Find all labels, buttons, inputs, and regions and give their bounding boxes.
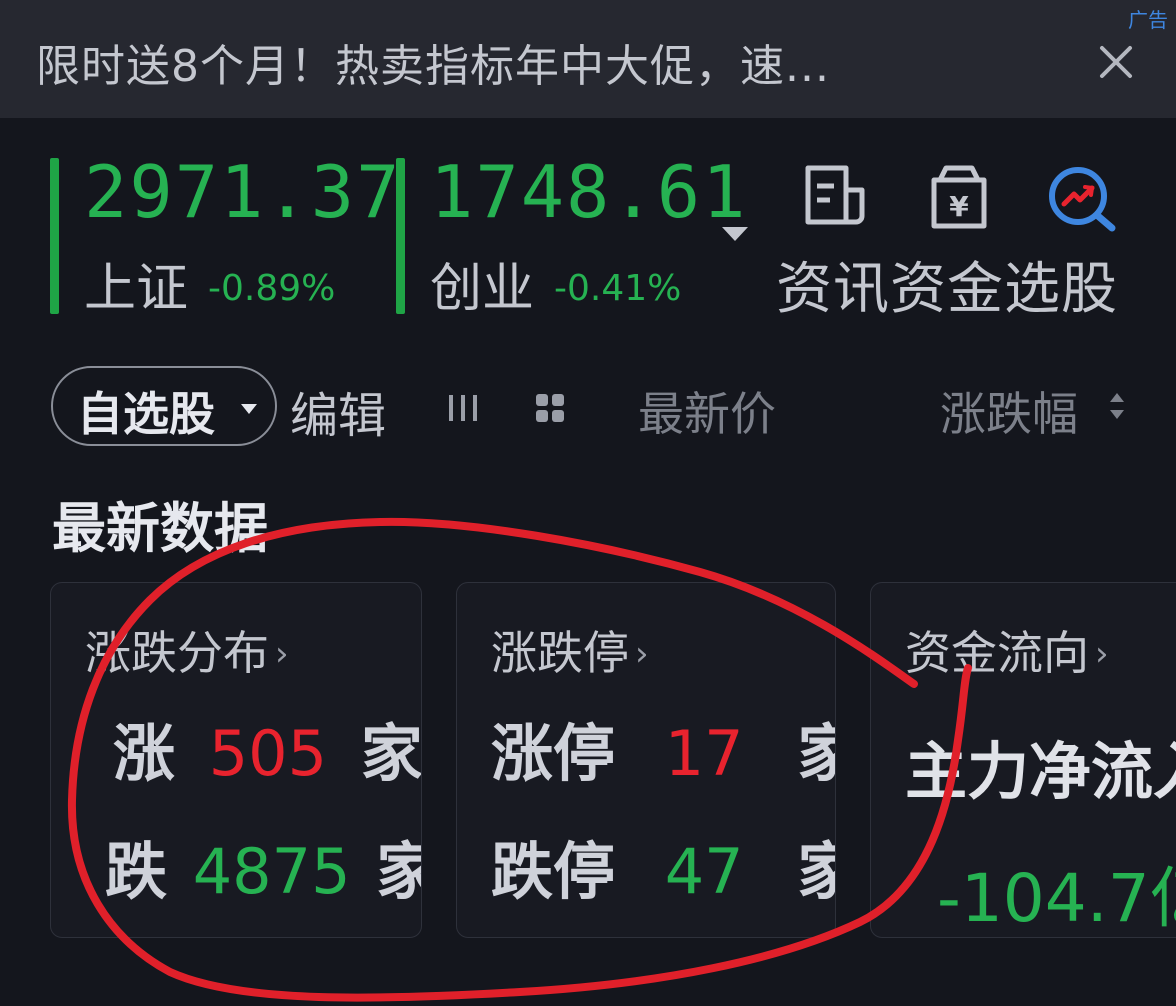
card-title: 涨跌停 › [491,617,649,683]
column-header-price[interactable]: 最新价 [638,378,776,444]
stock-picker-icon[interactable] [1046,166,1118,232]
stat-label: 涨停 [491,717,616,790]
index-value: 2971.37 [84,150,402,234]
stat-label: 跌 [105,835,168,908]
card-capital-flow[interactable]: 资金流向› 主力净流入 -104.7亿 [870,582,1176,938]
stat-row-up: 涨停 17 家 [491,703,835,793]
index-shanghai[interactable]: 2971.37 上证 -0.89% [50,150,399,319]
card-title: 涨跌分布 › [85,617,289,683]
close-icon[interactable] [1094,40,1138,84]
card-limit[interactable]: 涨跌停› 涨停 17 家 跌停 47 家 [456,582,836,938]
index-bar [50,158,59,314]
index-chinext[interactable]: 1748.61 创业 -0.41% [396,150,745,319]
stat-row-up: 涨 505 家 [113,703,421,793]
watchlist-group-label: 自选股 [77,387,215,441]
funds-label[interactable]: 资金 [890,257,1004,322]
stat-value: 505 [208,717,328,790]
card-distribution[interactable]: 涨跌分布› 涨 505 家 跌 4875 家 [50,582,422,938]
tool-labels: 资讯资金选股 [776,244,1118,325]
chevron-down-icon[interactable] [720,224,750,244]
index-change: -0.41% [554,268,682,309]
stat-unit: 家 [376,835,421,908]
index-bar [396,158,405,314]
svg-text:¥: ¥ [949,190,969,223]
ad-tag: 广告 [1128,8,1168,32]
card-title: 资金流向 › [905,617,1109,683]
chevron-right-icon: › [275,634,289,674]
news-label[interactable]: 资讯 [776,257,890,322]
ad-banner[interactable]: 限时送8个月！热卖指标年中大促，速... 广告 [0,0,1176,118]
chevron-right-icon: › [635,634,649,674]
card-title-text: 涨跌分布 [85,626,269,680]
stat-label: 跌停 [491,835,616,908]
index-change: -0.89% [208,268,336,309]
caret-down-icon [241,404,257,414]
stat-value: 17 [664,717,744,790]
grid-view-icon[interactable] [534,392,566,424]
edit-button[interactable]: 编辑 [290,376,386,446]
chevron-right-icon: › [1095,634,1109,674]
card-title-text: 涨跌停 [491,626,629,680]
section-title: 最新数据 [52,497,268,560]
picker-label[interactable]: 选股 [1004,257,1118,322]
card-title-text: 资金流向 [905,626,1089,680]
index-name: 创业 [430,259,535,319]
stat-label: 涨 [113,717,176,790]
flow-label: 主力净流入 [905,735,1176,808]
fund-icon[interactable]: ¥ [928,164,990,230]
column-header-change[interactable]: 涨跌幅 [940,378,1078,444]
stat-value: 47 [664,835,744,908]
list-view-icon[interactable] [446,392,480,424]
ad-text[interactable]: 限时送8个月！热卖指标年中大促，速... [36,30,830,94]
news-icon[interactable] [802,164,868,226]
sort-icon[interactable] [1108,390,1126,422]
index-name: 上证 [84,259,189,319]
stat-row-down: 跌停 47 家 [491,821,835,911]
stat-row-down: 跌 4875 家 [105,821,421,911]
stat-unit: 家 [797,717,835,790]
stat-unit: 家 [360,717,422,790]
flow-value: -104.7亿 [937,860,1176,937]
watchlist-group-selector[interactable]: 自选股 [51,366,277,446]
stat-value: 4875 [192,835,351,908]
stat-unit: 家 [797,835,835,908]
index-value: 1748.61 [430,150,748,234]
